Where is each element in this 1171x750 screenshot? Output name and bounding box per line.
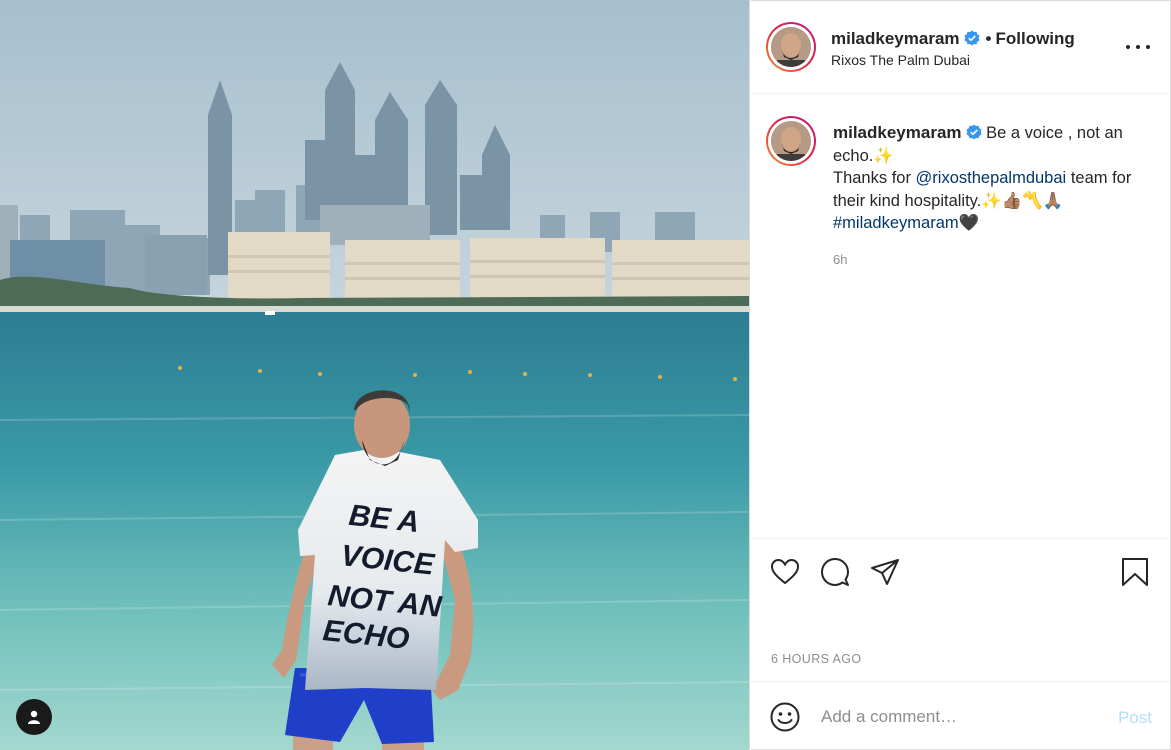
post-caption: miladkeymaram Be a voice , not an echo.✨… [833, 122, 1153, 235]
heart-icon[interactable] [769, 556, 801, 588]
comment-input[interactable] [821, 704, 1091, 730]
author-avatar[interactable] [766, 22, 816, 72]
caption-emojis: ✨👍🏽〽️🙏🏽 [981, 191, 1064, 210]
sparkles-emoji: ✨ [873, 146, 894, 165]
post-details-panel: miladkeymaram • Following Rixos The Palm D… [751, 0, 1171, 750]
comment-bar: Post [751, 681, 1170, 750]
caption-thanks-prefix: Thanks for [833, 169, 911, 187]
heart-emoji: 🖤 [958, 214, 980, 232]
caption-time[interactable]: 6h [833, 252, 847, 267]
post-location[interactable]: Rixos The Palm Dubai [831, 52, 970, 68]
action-bar [751, 540, 1170, 600]
author-username[interactable]: miladkeymaram [831, 29, 960, 48]
comment-bubble-icon[interactable] [819, 556, 851, 588]
caption-avatar[interactable] [766, 116, 816, 166]
post-header: miladkeymaram • Following Rixos The Palm D… [751, 1, 1170, 94]
paper-plane-icon[interactable] [869, 556, 901, 588]
bookmark-icon[interactable] [1119, 556, 1151, 588]
caption-username[interactable]: miladkeymaram [833, 123, 962, 142]
photo-scene: BE A VOICE NOT AN ECHO [0, 0, 749, 750]
hashtag-link[interactable]: #miladkeymaram [833, 214, 959, 232]
post-date[interactable]: 6 HOURS AGO [771, 652, 862, 666]
follow-separator: • [985, 29, 992, 48]
post-photo[interactable]: BE A VOICE NOT AN ECHO [0, 0, 750, 750]
caption-area: miladkeymaram Be a voice , not an echo.✨… [751, 94, 1170, 539]
user-tag-icon[interactable] [16, 699, 52, 735]
more-options-icon[interactable] [1126, 37, 1150, 57]
following-button[interactable]: Following [995, 29, 1074, 48]
smiley-icon[interactable] [769, 701, 801, 733]
verified-badge-icon [964, 30, 980, 46]
post-comment-button[interactable]: Post [1118, 708, 1152, 728]
mention-link[interactable]: @rixosthepalmdubai [916, 169, 1067, 187]
verified-badge-icon [966, 124, 982, 140]
